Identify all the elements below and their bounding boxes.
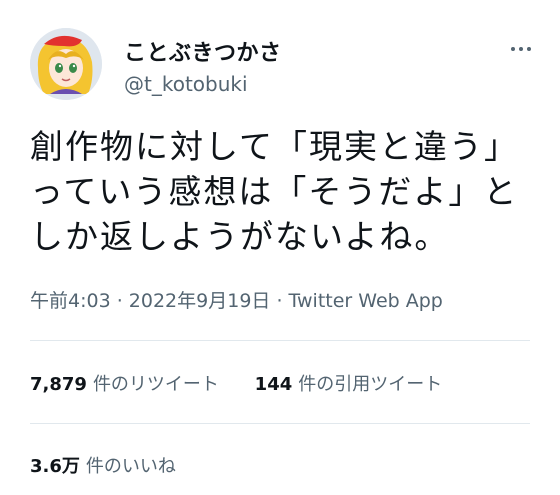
ellipsis-icon bbox=[527, 47, 531, 51]
likes-label: 件のいいね bbox=[85, 456, 176, 477]
tweet-time: 午前4:03 bbox=[30, 290, 111, 312]
ellipsis-icon bbox=[511, 47, 515, 51]
tweet-time-link[interactable]: 午前4:03 · 2022年9月19日 bbox=[30, 290, 270, 312]
quotes-count: 144 bbox=[254, 374, 293, 395]
likes-count: 3.6万 bbox=[30, 456, 80, 477]
more-options-button[interactable] bbox=[504, 38, 538, 60]
tweet-source-link[interactable]: Twitter Web App bbox=[289, 290, 443, 312]
likes-stat-row: 3.6万 件のいいね bbox=[30, 452, 176, 478]
likes-stat[interactable]: 3.6万 件のいいね bbox=[30, 452, 176, 478]
tweet-detail: ことぶきつかさ @t_kotobuki 創作物に対して「現実と違う」 っていう感… bbox=[0, 0, 560, 495]
retweets-label: 件のリツイート bbox=[92, 374, 219, 395]
divider bbox=[30, 423, 530, 424]
tweet-metadata: 午前4:03 · 2022年9月19日 · Twitter Web App bbox=[30, 290, 443, 312]
quotes-stat[interactable]: 144 件の引用ツイート bbox=[255, 370, 443, 396]
anime-character-avatar-icon bbox=[30, 28, 102, 100]
user-avatar[interactable] bbox=[30, 28, 102, 100]
tweet-date: 2022年9月19日 bbox=[128, 290, 271, 312]
user-handle[interactable]: @t_kotobuki bbox=[124, 72, 248, 96]
tweet-text: 創作物に対して「現実と違う」 っていう感想は「そうだよ」と しか返しようがないよ… bbox=[30, 127, 520, 256]
divider bbox=[30, 340, 530, 341]
engagement-stats: 7,879 件のリツイート 144 件の引用ツイート bbox=[30, 370, 442, 396]
retweets-stat[interactable]: 7,879 件のリツイート bbox=[30, 370, 219, 396]
retweets-count: 7,879 bbox=[30, 374, 87, 395]
ellipsis-icon bbox=[519, 47, 523, 51]
user-display-name[interactable]: ことぶきつかさ bbox=[124, 35, 282, 67]
quotes-label: 件の引用ツイート bbox=[298, 374, 443, 395]
